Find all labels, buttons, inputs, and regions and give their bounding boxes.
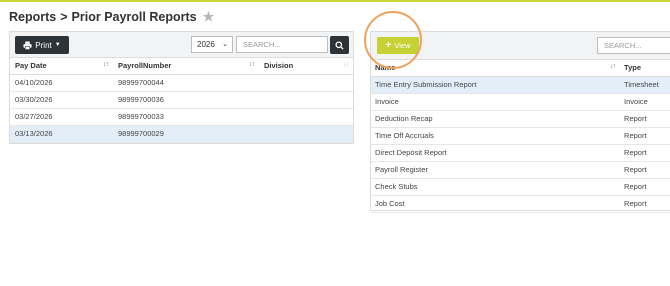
report-name-cell: Direct Deposit Report [371, 144, 621, 162]
reports-panel: + View SEARCH... Name ↓↑ Type Time Entry … [370, 31, 670, 213]
breadcrumb-current: Prior Payroll Reports [71, 10, 197, 24]
printer-icon [23, 40, 32, 50]
report-name-cell: Invoice [371, 93, 621, 111]
breadcrumb-separator: > [60, 10, 68, 24]
chevron-down-icon: ▼ [54, 42, 61, 48]
reports-search-placeholder: SEARCH... [604, 41, 642, 50]
sort-icon[interactable]: ↓↑ [610, 63, 616, 70]
report-row-selected[interactable]: Time Entry Submission Report Timesheet [371, 76, 670, 94]
table-row[interactable]: 03/27/2026 98999700033 [10, 108, 353, 126]
sort-icon[interactable]: ↓↑ [249, 61, 255, 68]
report-row[interactable]: Invoice Invoice [371, 93, 670, 111]
reports-search-input[interactable]: SEARCH... [597, 37, 670, 54]
report-row[interactable]: Deduction Recap Report [371, 110, 670, 128]
column-header-pay-date[interactable]: Pay Date ↓↑ [10, 58, 113, 75]
table-row[interactable]: 03/30/2026 98999700036 [10, 91, 353, 109]
report-row[interactable]: Check Stubs Report [371, 178, 670, 196]
column-header-name[interactable]: Name ↓↑ [371, 60, 621, 77]
report-name-cell: Payroll Register [371, 161, 621, 179]
division-cell [259, 74, 353, 92]
payroll-table: Pay Date ↓↑ PayrollNumber ↓↑ Division ↓↑ 04… [10, 58, 353, 143]
report-row[interactable]: Time Off Accruals Report [371, 127, 670, 145]
report-row[interactable]: Payroll Register Report [371, 161, 670, 179]
payroll-search-placeholder: SEARCH... [243, 40, 281, 49]
report-name-cell: Time Entry Submission Report [371, 76, 621, 94]
view-label: View [394, 41, 411, 50]
report-name-cell: Job Cost [371, 195, 621, 213]
payroll-toolbar: Print ▼ 2026 ⌄ SEARCH... [10, 32, 353, 58]
report-type-cell: Report [620, 178, 670, 196]
column-header-type[interactable]: Type [620, 60, 670, 77]
pay-date-cell: 03/13/2026 [10, 125, 113, 143]
division-cell [259, 91, 353, 109]
report-type-cell: Report [620, 144, 670, 162]
report-type-cell: Timesheet [620, 76, 670, 94]
column-header-payroll-number[interactable]: PayrollNumber ↓↑ [113, 58, 259, 75]
search-icon [335, 40, 344, 50]
column-header-division[interactable]: Division ↓↑ [259, 58, 353, 75]
report-type-cell: Report [620, 195, 670, 213]
pay-date-cell: 03/27/2026 [10, 108, 113, 126]
view-button[interactable]: + View [377, 37, 419, 54]
reports-table: Name ↓↑ Type Time Entry Submission Report… [371, 60, 670, 213]
top-accent-line [0, 0, 670, 2]
report-type-cell: Report [620, 161, 670, 179]
sort-icon[interactable]: ↓↑ [343, 61, 349, 68]
table-row-selected[interactable]: 03/13/2026 98999700029 [10, 125, 353, 143]
reports-toolbar: + View SEARCH... [371, 32, 670, 60]
division-cell [259, 108, 353, 126]
sort-icon[interactable]: ↓↑ [103, 61, 109, 68]
payroll-number-cell: 98999700033 [113, 108, 259, 126]
payroll-number-cell: 98999700044 [113, 74, 259, 92]
report-row[interactable]: Direct Deposit Report Report [371, 144, 670, 162]
favorite-star-icon[interactable]: ★ [203, 10, 215, 23]
payroll-panel: Print ▼ 2026 ⌄ SEARCH... Pay Date ↓↑ Payr… [9, 31, 354, 144]
report-type-cell: Invoice [620, 93, 670, 111]
print-button[interactable]: Print ▼ [15, 36, 69, 54]
report-name-cell: Check Stubs [371, 178, 621, 196]
year-value: 2026 [197, 40, 215, 49]
print-label: Print [35, 40, 52, 50]
table-row[interactable]: 04/10/2026 98999700044 [10, 74, 353, 92]
report-type-cell: Report [620, 110, 670, 128]
search-button[interactable] [330, 36, 349, 54]
report-row[interactable]: Job Cost Report [371, 195, 670, 213]
report-type-cell: Report [620, 127, 670, 145]
division-cell [259, 125, 353, 143]
page-title: Reports > Prior Payroll Reports ★ [9, 10, 215, 24]
payroll-number-cell: 98999700029 [113, 125, 259, 143]
plus-icon: + [385, 39, 392, 51]
payroll-number-cell: 98999700036 [113, 91, 259, 109]
payroll-search-input[interactable]: SEARCH... [236, 36, 328, 53]
pay-date-cell: 04/10/2026 [10, 74, 113, 92]
year-select[interactable]: 2026 ⌄ [191, 36, 233, 53]
pay-date-cell: 03/30/2026 [10, 91, 113, 109]
chevron-down-icon: ⌄ [222, 41, 228, 48]
report-name-cell: Deduction Recap [371, 110, 621, 128]
report-name-cell: Time Off Accruals [371, 127, 621, 145]
breadcrumb-reports[interactable]: Reports [9, 10, 56, 24]
